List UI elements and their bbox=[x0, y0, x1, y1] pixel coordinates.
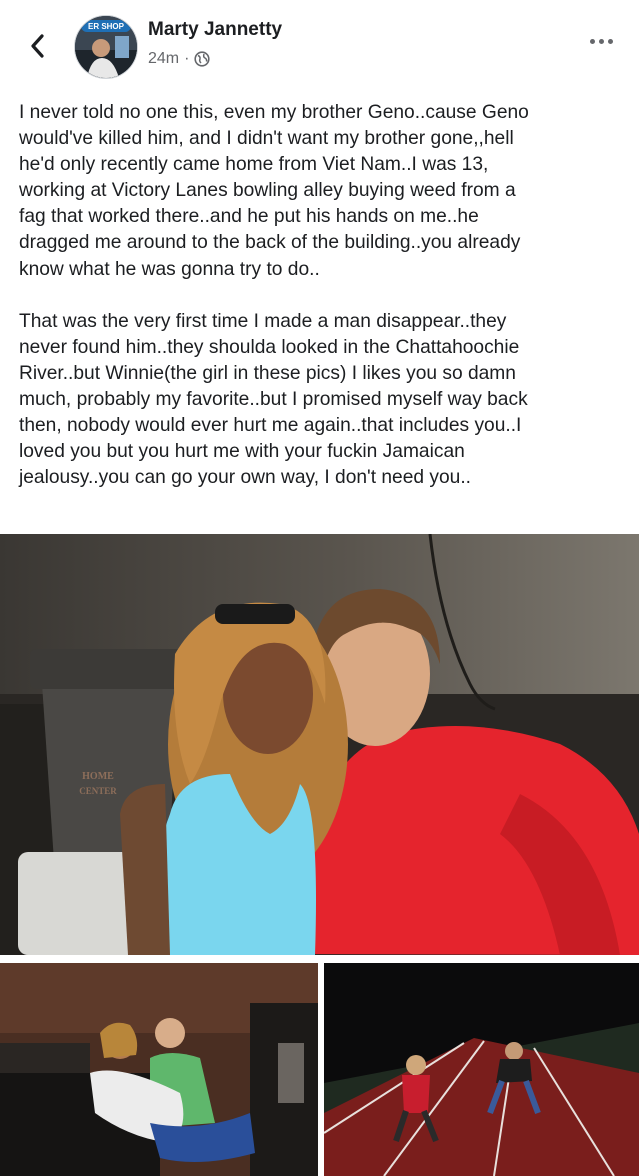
post-paragraph-2: That was the very first time I made a ma… bbox=[19, 310, 528, 489]
meta-separator: · bbox=[184, 50, 190, 67]
can-text-1: HOME bbox=[82, 771, 114, 782]
post-photo-bottom-right[interactable] bbox=[324, 963, 639, 1176]
post-photo-bottom-left[interactable] bbox=[0, 963, 318, 1176]
globe-icon bbox=[194, 51, 211, 67]
avatar-image: ER SHOP bbox=[75, 16, 137, 78]
can-text-2: CENTER bbox=[79, 786, 117, 796]
more-options-button[interactable] bbox=[586, 35, 617, 48]
more-dot bbox=[590, 39, 595, 44]
post-meta: 24m · bbox=[148, 50, 211, 68]
post-photo-main[interactable]: HOME CENTER bbox=[0, 534, 639, 955]
post-body: I never told no one this, even my brothe… bbox=[19, 100, 629, 491]
author-name[interactable]: Marty Jannetty bbox=[148, 19, 282, 41]
post-paragraph-1: I never told no one this, even my brothe… bbox=[19, 102, 529, 280]
timestamp[interactable]: 24m bbox=[148, 50, 179, 68]
back-button[interactable] bbox=[22, 28, 52, 64]
more-dot bbox=[599, 39, 604, 44]
post-header: ER SHOP Marty Jannetty 24m · bbox=[0, 0, 639, 90]
avatar-badge-text: ER SHOP bbox=[88, 22, 125, 31]
chevron-left-icon bbox=[31, 34, 44, 58]
avatar[interactable]: ER SHOP bbox=[74, 15, 138, 79]
more-dot bbox=[608, 39, 613, 44]
